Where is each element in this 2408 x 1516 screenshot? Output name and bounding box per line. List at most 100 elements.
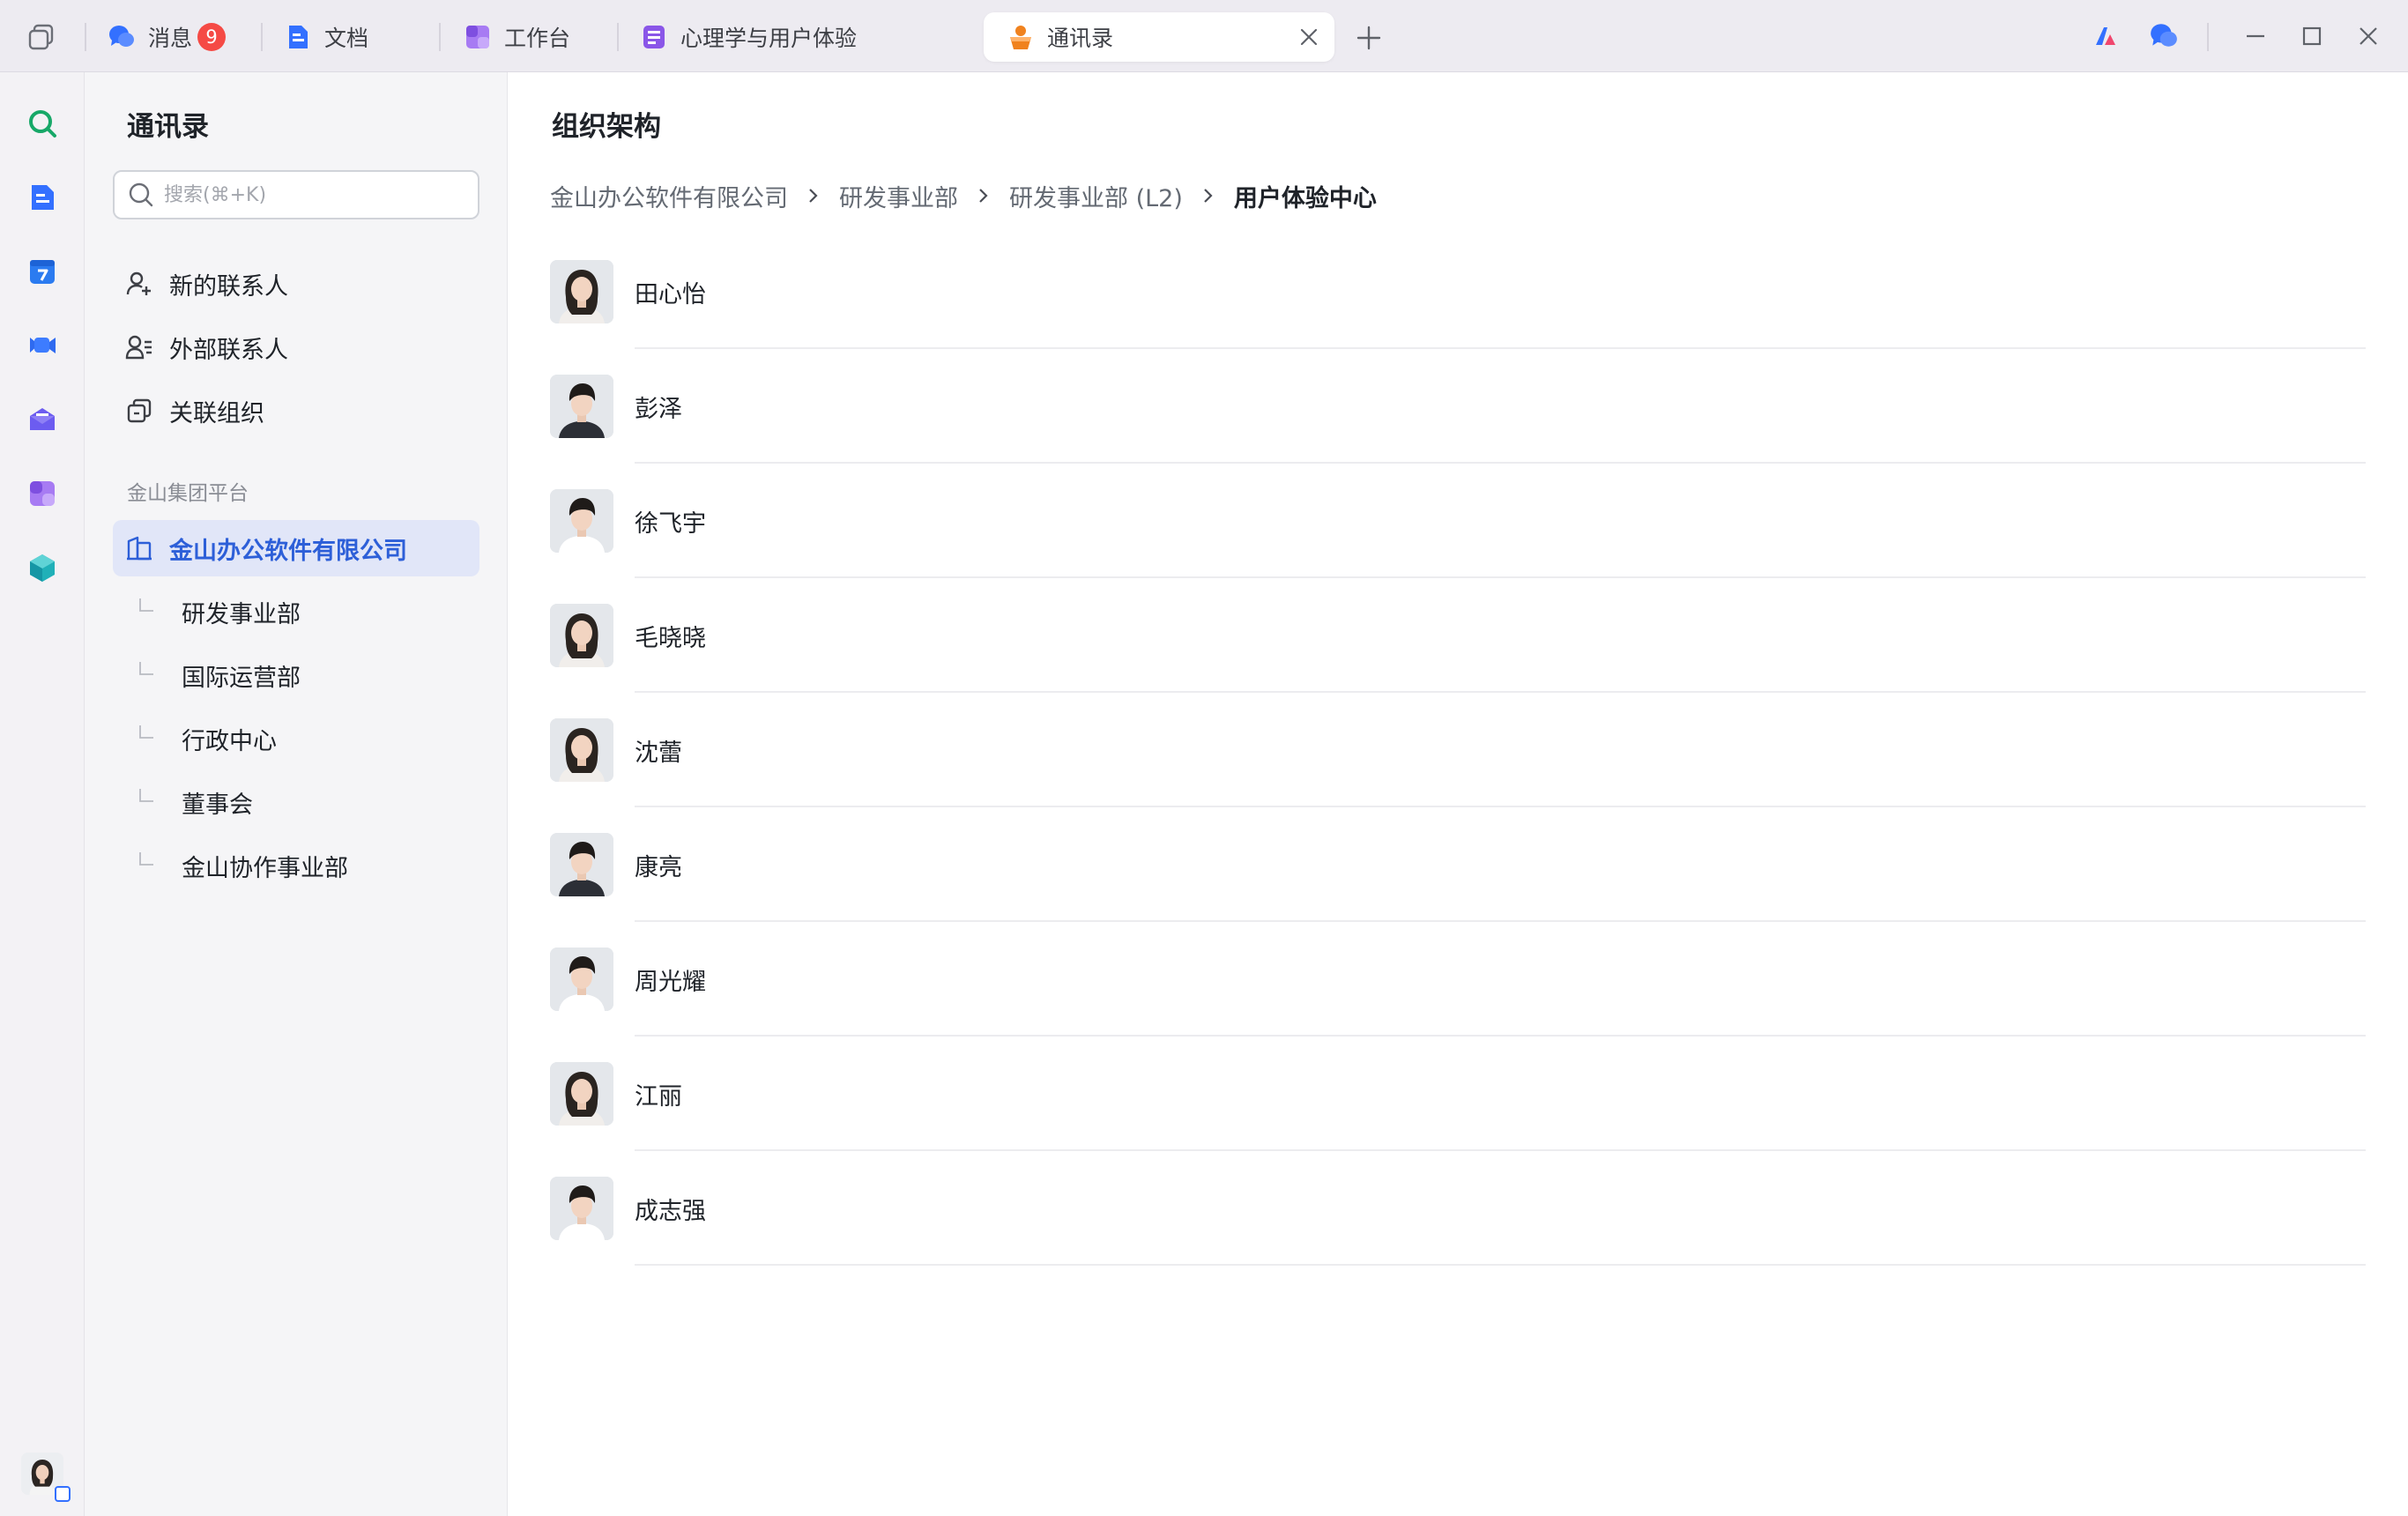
avatar — [550, 489, 613, 553]
contact-row[interactable]: 彭泽 — [550, 349, 2366, 464]
window-stack-icon[interactable] — [26, 21, 58, 53]
tab-doc-psychology-ux[interactable]: 心理学与用户体验 — [640, 12, 857, 62]
avatar — [550, 1062, 613, 1126]
contact-list: 田心怡 彭泽 徐飞宇 毛晓晓 沈蕾 康亮 周光耀 江丽 成志强 — [550, 234, 2366, 1266]
chevron-right-icon — [1204, 189, 1213, 203]
search-icon[interactable] — [26, 108, 58, 139]
contacts-sidebar: 通讯录 新的联系人 外部联系人 关联组织 金山集团平台 — [85, 72, 508, 1516]
calendar-icon[interactable] — [26, 256, 58, 287]
linked-org-icon — [127, 398, 152, 423]
org-structure-panel: 组织架构 金山办公软件有限公司 研发事业部 研发事业部 (L2) 用户体验中心 … — [508, 72, 2408, 1516]
app-rail — [0, 72, 85, 1516]
row-divider — [635, 1264, 2366, 1266]
department-label: 行政中心 — [182, 727, 277, 755]
maximize-icon[interactable] — [2299, 23, 2325, 49]
tab-separator — [85, 23, 86, 51]
close-tab-icon[interactable] — [1299, 27, 1319, 47]
video-meeting-icon[interactable] — [26, 330, 58, 361]
minimize-icon[interactable] — [2242, 23, 2269, 49]
mail-icon[interactable] — [26, 404, 58, 435]
sidebar-item-new-contacts[interactable]: 新的联系人 — [113, 256, 479, 312]
tab-messages[interactable]: 消息 9 — [108, 12, 227, 62]
tab-label: 心理学与用户体验 — [680, 26, 858, 51]
department-label: 研发事业部 — [182, 600, 301, 628]
avatar — [550, 948, 613, 1011]
department-label: 董事会 — [182, 791, 253, 819]
close-window-icon[interactable] — [2355, 23, 2382, 49]
tree-branch-icon — [139, 852, 153, 866]
tab-label: 文档 — [324, 26, 369, 51]
chevron-right-icon — [979, 189, 988, 203]
department-label: 国际运营部 — [182, 664, 301, 692]
tab-separator — [617, 23, 619, 51]
tab-label: 工作台 — [504, 26, 571, 51]
breadcrumb-current: 用户体验中心 — [1233, 184, 1377, 212]
tab-label: 通讯录 — [1047, 26, 1114, 51]
department-item[interactable]: 董事会 — [137, 776, 253, 829]
document-icon[interactable] — [26, 182, 58, 213]
tab-bar: 消息 9 文档 工作台 心理学与用户体验 通讯录 — [0, 0, 2408, 72]
contact-row[interactable]: 康亮 — [550, 807, 2366, 922]
tab-contacts[interactable]: 通讯录 — [984, 12, 1334, 62]
contact-row[interactable]: 徐飞宇 — [550, 464, 2366, 578]
contact-name: 田心怡 — [635, 280, 706, 308]
chat-bubble-icon[interactable] — [2149, 21, 2179, 51]
section-label: 金山集团平台 — [127, 482, 249, 505]
ai-assistant-icon[interactable] — [2092, 23, 2119, 49]
contact-name: 毛晓晓 — [635, 624, 706, 652]
breadcrumb-item[interactable]: 研发事业部 — [839, 179, 958, 213]
department-item[interactable]: 金山协作事业部 — [137, 839, 348, 892]
sidebar-item-label: 新的联系人 — [169, 272, 288, 301]
tab-documents[interactable]: 文档 — [284, 12, 368, 62]
contact-row[interactable]: 周光耀 — [550, 922, 2366, 1037]
breadcrumb: 金山办公软件有限公司 研发事业部 研发事业部 (L2) 用户体验中心 — [550, 178, 1377, 213]
tab-label: 消息 — [148, 26, 193, 51]
department-item[interactable]: 行政中心 — [137, 712, 277, 765]
sidebar-item-linked-orgs[interactable]: 关联组织 — [113, 383, 479, 439]
contact-row[interactable]: 毛晓晓 — [550, 578, 2366, 693]
search-box[interactable] — [113, 170, 479, 219]
department-item[interactable]: 国际运营部 — [137, 649, 301, 702]
breadcrumb-item[interactable]: 金山办公软件有限公司 — [550, 179, 788, 213]
contact-name: 江丽 — [635, 1082, 682, 1111]
contact-row[interactable]: 沈蕾 — [550, 693, 2366, 807]
contacts-icon — [1010, 26, 1031, 49]
tab-workspace[interactable]: 工作台 — [464, 12, 570, 62]
contact-name: 周光耀 — [635, 968, 706, 996]
search-input[interactable] — [164, 183, 464, 206]
unread-badge: 9 — [197, 23, 227, 51]
contact-name: 彭泽 — [635, 395, 682, 423]
tree-branch-icon — [139, 725, 153, 739]
contact-row[interactable]: 田心怡 — [550, 234, 2366, 349]
department-item[interactable]: 研发事业部 — [137, 585, 301, 638]
search-icon — [129, 182, 153, 207]
add-person-icon — [126, 271, 151, 295]
department-label: 金山协作事业部 — [182, 854, 348, 882]
sidebar-item-org-kingsoft-office[interactable]: 金山办公软件有限公司 — [113, 520, 479, 576]
contact-row[interactable]: 江丽 — [550, 1037, 2366, 1151]
app-cube-icon[interactable] — [26, 552, 58, 583]
avatar — [550, 718, 613, 782]
sidebar-item-external-contacts[interactable]: 外部联系人 — [113, 319, 479, 375]
tab-separator — [2207, 23, 2209, 51]
document-icon — [289, 26, 308, 48]
sidebar-item-label: 外部联系人 — [169, 336, 288, 364]
contact-name: 徐飞宇 — [635, 509, 706, 538]
new-tab-icon[interactable] — [1356, 25, 1382, 51]
tree-branch-icon — [139, 789, 153, 802]
avatar — [550, 1177, 613, 1240]
contact-row[interactable]: 成志强 — [550, 1151, 2366, 1266]
contact-name: 沈蕾 — [635, 739, 682, 767]
sidebar-item-label: 关联组织 — [169, 399, 264, 427]
breadcrumb-item[interactable]: 研发事业部 (L2) — [1009, 179, 1183, 213]
doc-page-icon — [643, 26, 665, 48]
tree-branch-icon — [139, 662, 153, 675]
chat-bubble-icon — [109, 26, 134, 47]
contact-name: 康亮 — [635, 853, 682, 881]
avatar — [550, 375, 613, 438]
workspace-icon[interactable] — [26, 478, 58, 509]
tab-separator — [439, 23, 441, 51]
tab-separator — [261, 23, 263, 51]
building-icon — [127, 536, 152, 561]
external-contacts-icon — [125, 335, 152, 360]
